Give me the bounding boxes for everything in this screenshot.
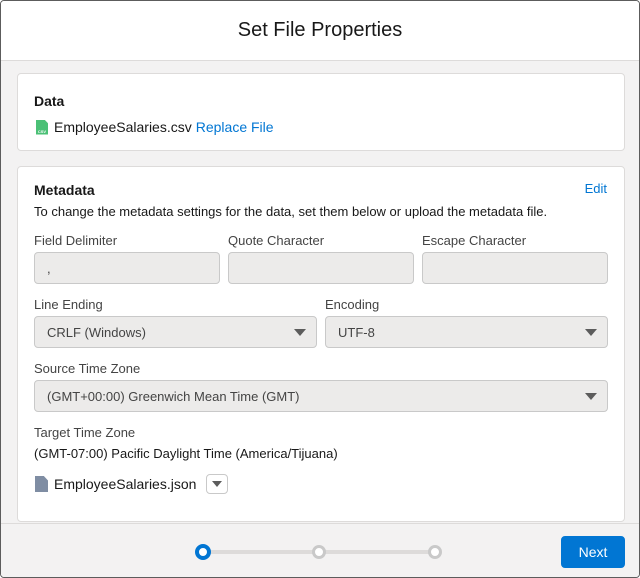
csv-file-icon: CSV: [36, 119, 48, 135]
target-time-zone-value: (GMT-07:00) Pacific Daylight Time (Ameri…: [34, 446, 338, 461]
metadata-file-name: EmployeeSalaries.json: [54, 476, 197, 492]
data-card-title: Data: [34, 93, 65, 109]
metadata-card: Metadata Edit To change the metadata set…: [17, 166, 625, 522]
modal-body: Data CSV EmployeeSalaries.csv Replace Fi…: [1, 61, 639, 523]
chevron-down-icon: [212, 481, 223, 487]
field-delimiter-input[interactable]: ,: [34, 252, 220, 284]
field-delimiter-label: Field Delimiter: [34, 233, 118, 248]
document-icon: [35, 476, 48, 492]
source-time-zone-select[interactable]: (GMT+00:00) Greenwich Mean Time (GMT): [34, 380, 608, 412]
set-file-properties-modal: Set File Properties Data CSV EmployeeSal…: [0, 0, 640, 578]
file-menu-button[interactable]: [206, 474, 229, 494]
modal-header: Set File Properties: [1, 1, 639, 61]
line-ending-select[interactable]: CRLF (Windows): [34, 316, 317, 348]
metadata-card-title: Metadata: [34, 182, 95, 198]
metadata-description: To change the metadata settings for the …: [34, 204, 548, 219]
chevron-down-icon: [585, 329, 597, 336]
replace-file-link[interactable]: Replace File: [196, 119, 274, 135]
progress-step-3[interactable]: [428, 545, 442, 559]
progress-step-2[interactable]: [312, 545, 326, 559]
encoding-label: Encoding: [325, 297, 380, 312]
quote-character-label: Quote Character: [228, 233, 325, 248]
progress-step-1[interactable]: [195, 544, 211, 560]
escape-character-label: Escape Character: [422, 233, 527, 248]
line-ending-value: CRLF (Windows): [47, 324, 146, 340]
encoding-value: UTF-8: [338, 324, 375, 340]
data-file-name: EmployeeSalaries.csv: [54, 119, 192, 135]
modal-title: Set File Properties: [237, 19, 403, 41]
progress-indicator: [195, 544, 445, 560]
data-card: Data CSV EmployeeSalaries.csv Replace Fi…: [17, 73, 625, 151]
target-time-zone-label: Target Time Zone: [34, 425, 136, 440]
next-button[interactable]: Next: [561, 536, 625, 568]
chevron-down-icon: [585, 393, 597, 400]
edit-metadata-link[interactable]: Edit: [585, 181, 607, 196]
encoding-select[interactable]: UTF-8: [325, 316, 608, 348]
source-time-zone-value: (GMT+00:00) Greenwich Mean Time (GMT): [47, 388, 300, 404]
chevron-down-icon: [294, 329, 306, 336]
quote-character-input[interactable]: [228, 252, 414, 284]
source-time-zone-label: Source Time Zone: [34, 361, 141, 376]
data-file-row: CSV EmployeeSalaries.csv Replace File: [36, 119, 274, 135]
escape-character-input[interactable]: [422, 252, 608, 284]
line-ending-label: Line Ending: [34, 297, 103, 312]
metadata-file-row: EmployeeSalaries.json: [35, 474, 229, 494]
modal-footer: Next: [1, 523, 639, 577]
